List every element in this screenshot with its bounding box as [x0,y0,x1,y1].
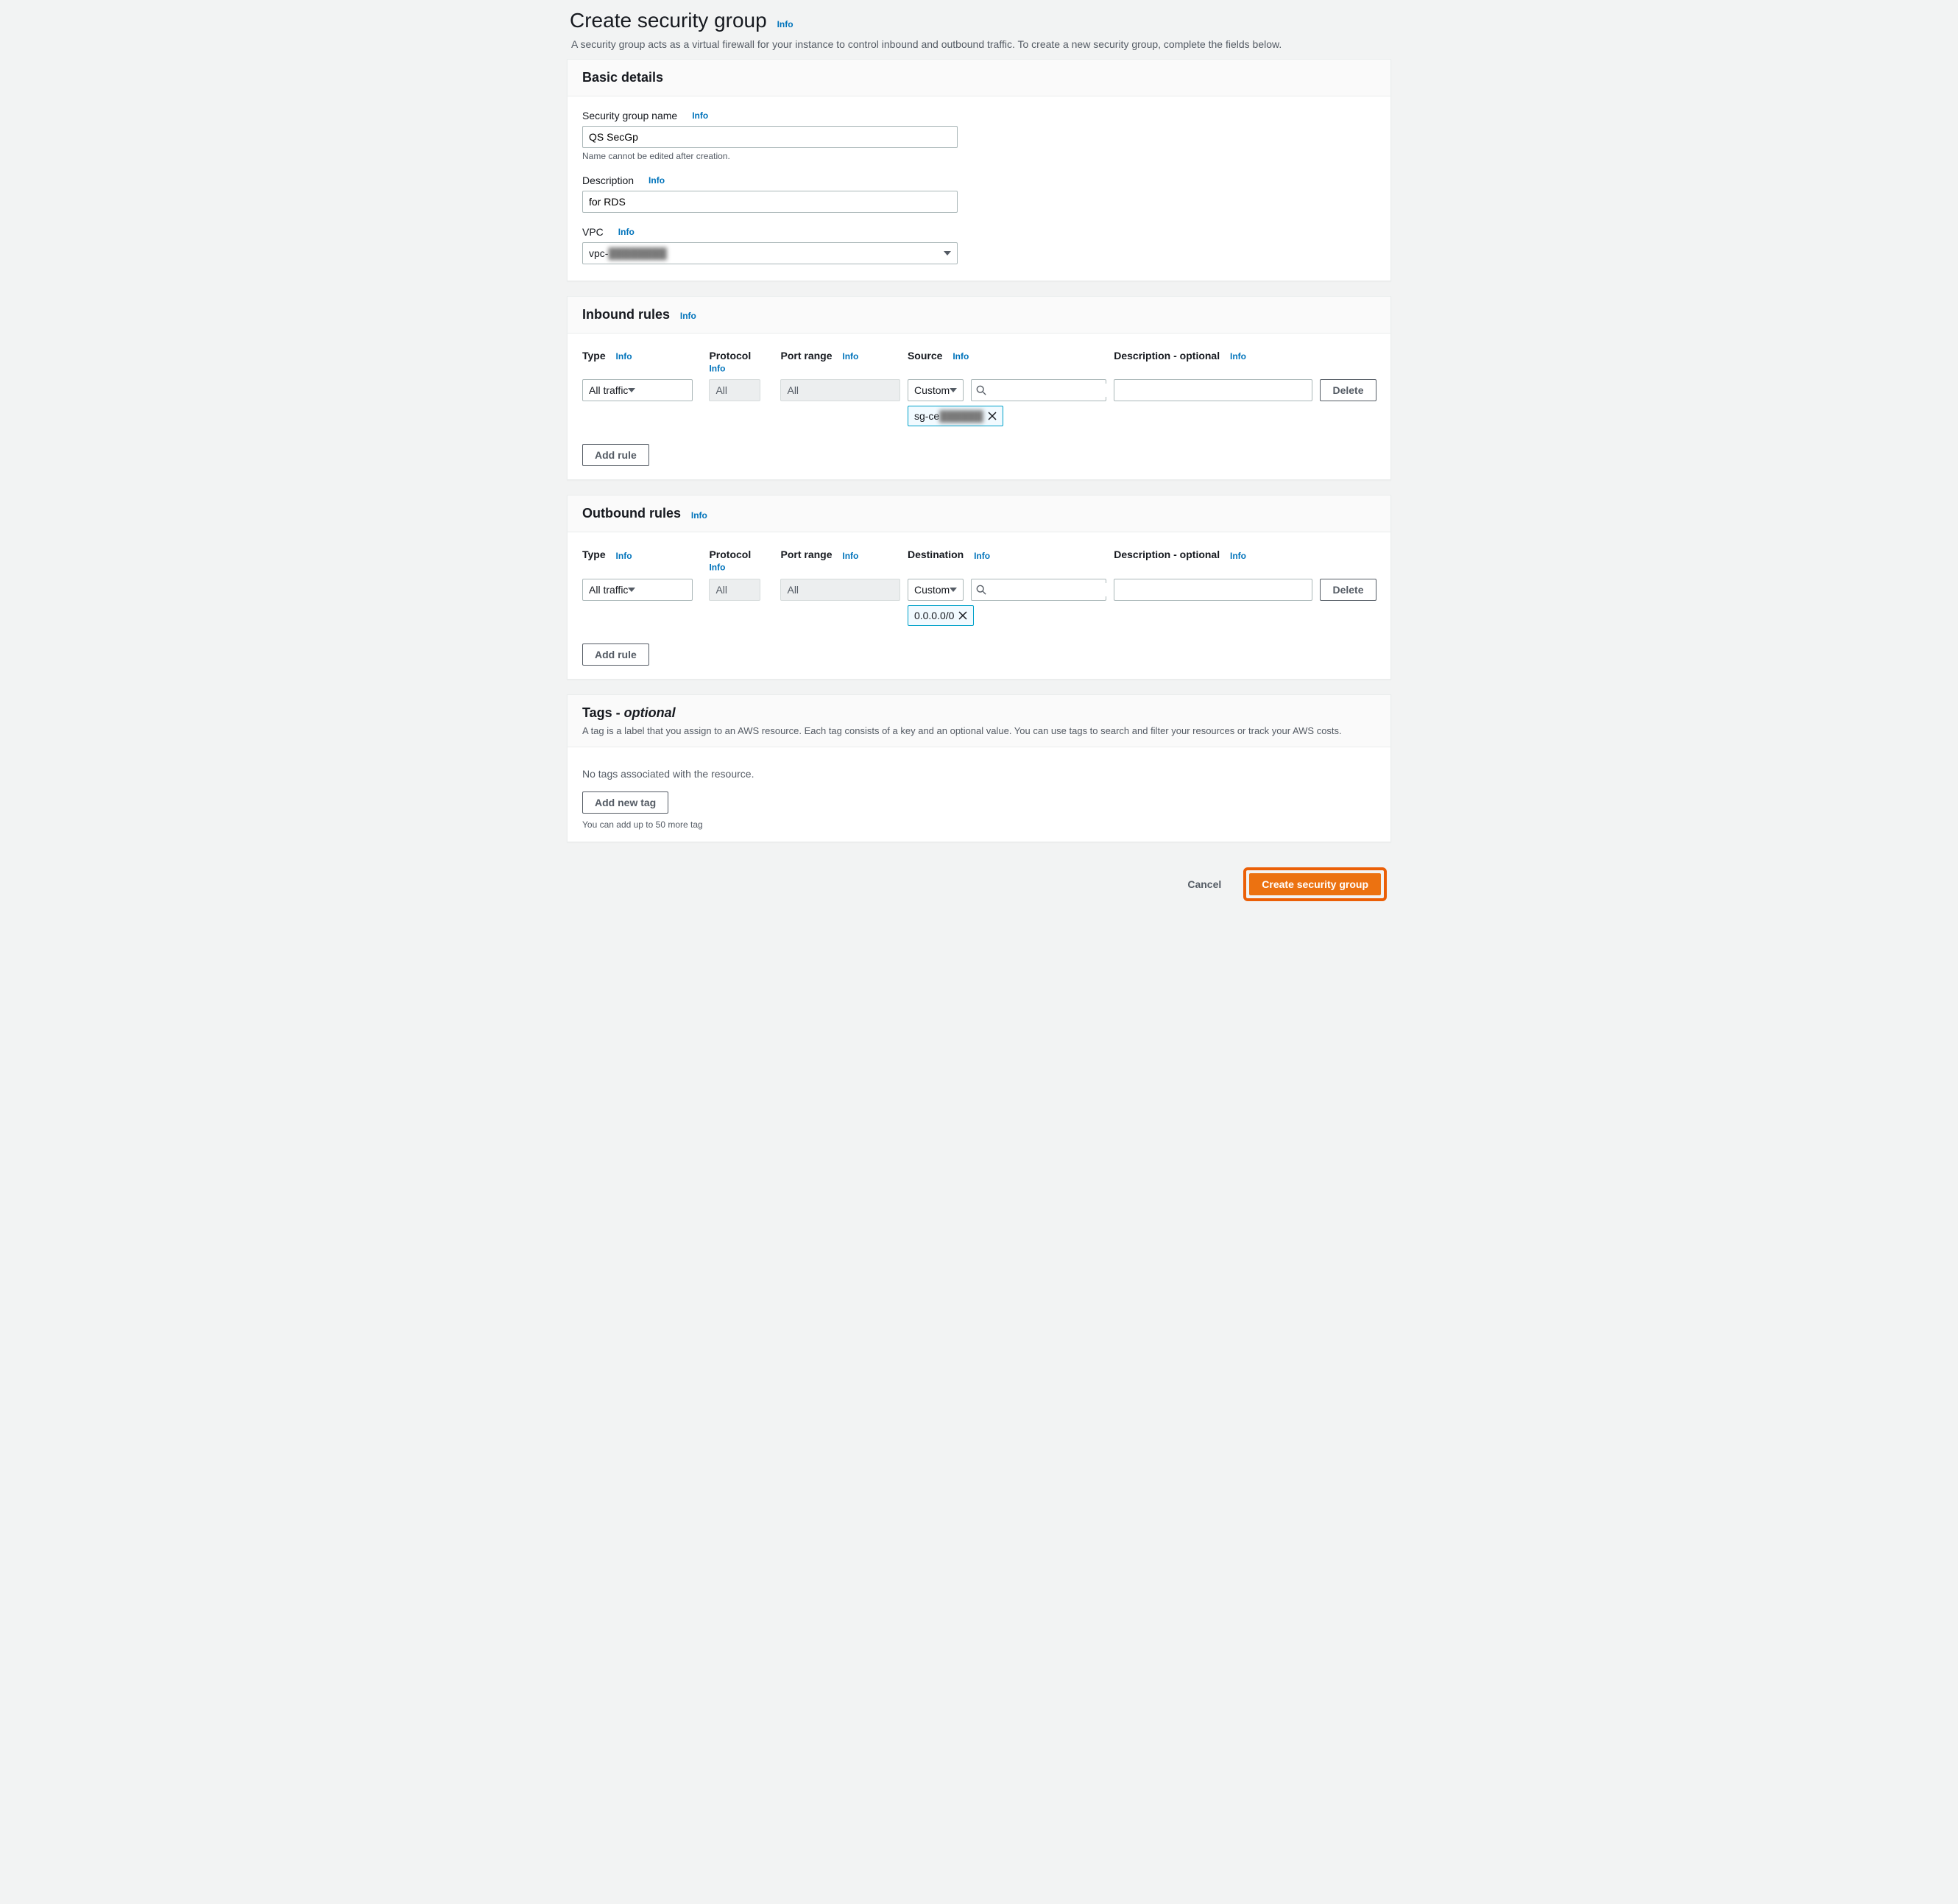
inbound-add-rule-button[interactable]: Add rule [582,444,649,466]
inbound-source-token: sg-ce██████ [908,406,1003,426]
vpc-label: VPC [582,226,604,238]
col-port-label: Port range [780,350,832,362]
inbound-delete-button[interactable]: Delete [1320,379,1376,401]
inbound-source-search-input[interactable] [989,384,1125,397]
basic-details-title: Basic details [582,70,663,85]
vpc-select[interactable]: vpc-████████ [582,242,958,264]
inbound-rules-panel: Inbound rules Info Type Info ProtocolInf… [567,296,1391,480]
tags-limit-text: You can add up to 50 more tag [582,819,1376,830]
page-title: Create security group [570,9,767,32]
col-desc-label: Description - optional [1114,350,1220,362]
col-port-info[interactable]: Info [842,351,858,362]
col-desc-label-out: Description - optional [1114,549,1220,560]
inbound-rules-title: Inbound rules [582,307,670,322]
col-source-info[interactable]: Info [953,351,969,362]
sg-name-input[interactable] [582,126,958,148]
caret-down-icon [950,588,957,592]
add-tag-button[interactable]: Add new tag [582,791,668,814]
create-security-group-button[interactable]: Create security group [1249,873,1381,895]
outbound-dest-mode-select[interactable]: Custom [908,579,964,601]
outbound-port-field: All [780,579,900,601]
col-protocol-label-out: Protocol [709,549,751,560]
col-type-info[interactable]: Info [616,351,632,362]
col-desc-info-out[interactable]: Info [1230,551,1246,561]
caret-down-icon [944,251,951,255]
tags-panel: Tags - optional A tag is a label that yo… [567,694,1391,842]
sg-desc-info-link[interactable]: Info [648,175,665,186]
outbound-dest-search-input[interactable] [989,583,1125,596]
col-port-info-out[interactable]: Info [842,551,858,561]
outbound-dest-search[interactable] [971,579,1106,601]
search-icon [976,385,986,395]
outbound-type-select[interactable]: All traffic [582,579,693,601]
caret-down-icon [950,388,957,392]
outbound-desc-input[interactable] [1114,579,1312,601]
outbound-rule-row: All traffic All All Custom [582,574,1376,630]
sg-name-info-link[interactable]: Info [692,110,708,121]
outbound-info-link[interactable]: Info [691,510,707,521]
inbound-source-mode-select[interactable]: Custom [908,379,964,401]
sg-desc-label: Description [582,174,634,186]
outbound-rules-panel: Outbound rules Info Type Info Protocol In… [567,495,1391,679]
inbound-source-search[interactable] [971,379,1106,401]
remove-token-icon[interactable] [958,611,967,620]
tags-desc: A tag is a label that you assign to an A… [582,725,1376,736]
outbound-delete-button[interactable]: Delete [1320,579,1376,601]
outbound-dest-token: 0.0.0.0/0 [908,605,975,626]
inbound-rule-row: All traffic All All Custom [582,375,1376,431]
outbound-rules-title: Outbound rules [582,506,681,521]
col-type-label: Type [582,350,606,362]
create-button-highlight: Create security group [1243,867,1387,901]
tags-empty-text: No tags associated with the resource. [582,768,1376,780]
caret-down-icon [628,388,635,392]
col-dest-info[interactable]: Info [974,551,990,561]
inbound-port-field: All [780,379,900,401]
outbound-add-rule-button[interactable]: Add rule [582,644,649,666]
page-description: A security group acts as a virtual firew… [571,38,1391,50]
inbound-info-link[interactable]: Info [680,311,696,321]
col-type-label-out: Type [582,549,606,560]
sg-name-hint: Name cannot be edited after creation. [582,151,1376,161]
sg-desc-input[interactable] [582,191,958,213]
col-protocol-info-out[interactable]: Info [709,563,725,573]
col-source-label: Source [908,350,942,362]
inbound-desc-input[interactable] [1114,379,1312,401]
caret-down-icon [628,588,635,592]
col-dest-label: Destination [908,549,964,560]
page-info-link[interactable]: Info [777,19,794,29]
cancel-button[interactable]: Cancel [1176,873,1233,895]
outbound-protocol-field: All [709,579,760,601]
col-port-label-out: Port range [780,549,832,560]
inbound-protocol-field: All [709,379,760,401]
basic-details-panel: Basic details Security group name Info N… [567,59,1391,281]
remove-token-icon[interactable] [988,412,997,420]
vpc-info-link[interactable]: Info [618,227,635,237]
footer-actions: Cancel Create security group [567,857,1391,901]
col-protocol-label: Protocol [709,350,751,362]
tags-title: Tags - optional [582,705,676,721]
col-protocol-info[interactable]: Info [709,363,725,373]
col-desc-info[interactable]: Info [1230,351,1246,362]
col-type-info-out[interactable]: Info [616,551,632,561]
search-icon [976,585,986,595]
sg-name-label: Security group name [582,110,677,121]
inbound-type-select[interactable]: All traffic [582,379,693,401]
